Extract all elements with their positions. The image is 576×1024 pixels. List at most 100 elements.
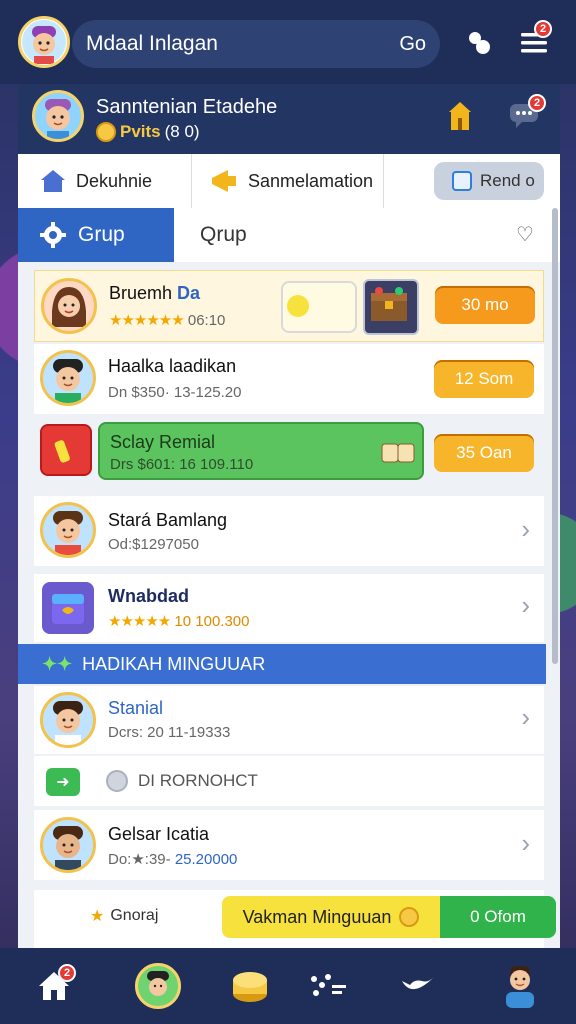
list-item[interactable]: Wnabdad ★★★★★ 10 100.300 ›: [34, 574, 544, 642]
tab-reward[interactable]: Rend o: [434, 162, 544, 200]
search-bar[interactable]: Mdaal Inlagan Go: [72, 20, 440, 68]
coin-icon: [96, 122, 116, 142]
claim-button[interactable]: 30 mo: [435, 286, 535, 324]
coin-icon: [399, 907, 420, 927]
profile-header: Sanntenian Etadehe Pvits (8 0) 2: [18, 84, 560, 154]
row-sub: Dcrs: 20 11-19333: [108, 724, 231, 741]
coin-count: Pvits: [120, 122, 161, 141]
tab-group-active-label: Grup: [78, 223, 125, 246]
footer-left-label: Gnoraj: [110, 907, 159, 924]
house-icon: [41, 170, 65, 192]
treasure-chest-icon: [363, 279, 419, 335]
row-name: Wnabdad: [108, 586, 189, 606]
row-name: DI RORNOHCT: [138, 771, 258, 790]
reward-box-icon: [452, 171, 472, 191]
weekly-reward-strip: ★ Gnoraj Vakman Minguuan 0 Ofom: [34, 890, 556, 948]
row-sub: Od:$1297050: [108, 536, 199, 553]
row-sub: Do:★:39- 25.20000: [108, 850, 237, 868]
menu-badge: 2: [534, 20, 552, 38]
list-item[interactable]: Stanial Dcrs: 20 11-19333 ›: [34, 686, 544, 754]
list-item[interactable]: Sclay Remial Drs $601: 16 109.110 35 Oan: [34, 416, 544, 488]
avatar: [41, 278, 97, 334]
chevron-right-icon[interactable]: ›: [521, 590, 530, 621]
rating-stars: ★★★★★★: [109, 312, 185, 329]
section-header: ✦✦ HADIKAH MINGUUAR: [18, 644, 546, 684]
row-name: Stará Bamlang: [108, 510, 228, 530]
footer-left[interactable]: ★ Gnoraj: [90, 906, 158, 926]
row-sub-text: 06:10: [187, 312, 226, 329]
list-item[interactable]: Haalka laadikan Dn $350· 13-125.20 12 So…: [34, 344, 544, 414]
progress-box: [281, 281, 357, 333]
avatar: [40, 502, 96, 558]
shop-icon[interactable]: [442, 98, 478, 134]
coin-icon: [287, 295, 309, 317]
chevron-right-icon[interactable]: ›: [521, 828, 530, 859]
top-tabs: Dekuhnie Sanmelamation Rend o: [18, 154, 560, 209]
tab-promotions-label: Sanmelamation: [248, 170, 374, 191]
profile-coins: Pvits (8 0): [96, 122, 200, 142]
profile-name: Sanntenian Etadehe: [96, 96, 278, 118]
profile-avatar[interactable]: [32, 90, 84, 142]
bottom-nav: 2: [0, 948, 576, 1024]
row-name: Bruemh Da: [109, 283, 200, 304]
nav-leaderboard[interactable]: [304, 962, 352, 1010]
gear-icon: [40, 222, 66, 248]
user-avatar[interactable]: [18, 16, 70, 68]
tab-group-active[interactable]: Grup: [18, 208, 174, 262]
coin-stack-icon: [233, 972, 267, 1002]
claim-button[interactable]: 12 Som: [434, 360, 534, 398]
domino-icon: [381, 443, 415, 463]
scrollbar[interactable]: [552, 208, 558, 664]
profile-face-icon: [45, 99, 71, 139]
nav-social[interactable]: [394, 962, 442, 1010]
row-name-text: Bruemh: [109, 283, 173, 303]
megaphone-icon: [212, 170, 236, 192]
favorite-icon[interactable]: ♡: [516, 222, 534, 247]
star-icon: ★: [90, 908, 105, 925]
toggle-icon[interactable]: ➜: [46, 768, 80, 796]
leaf-icon: ✦✦: [42, 653, 73, 674]
tab-reward-label: Rend o: [480, 171, 535, 190]
avatar: [135, 963, 181, 1009]
list-item[interactable]: Gelsar Icatia Do:★:39- 25.20000 ›: [34, 810, 544, 880]
gesture-icon[interactable]: [462, 26, 496, 60]
search-text: Mdaal Inlagan: [86, 32, 218, 55]
ticket-icon: [40, 424, 92, 476]
weekly-button[interactable]: Vakman Minguuan: [222, 896, 440, 938]
menu-icon[interactable]: 2: [518, 20, 552, 60]
tab-promotions[interactable]: Sanmelamation: [192, 154, 384, 208]
list-item[interactable]: Bruemh Da ★★★★★★ 06:10 30 mo: [34, 270, 544, 342]
nav-profile[interactable]: [134, 962, 182, 1010]
list-item[interactable]: Stará Bamlang Od:$1297050 ›: [34, 496, 544, 566]
group-tabs: Grup Qrup ♡: [18, 208, 560, 262]
nav-coins[interactable]: [226, 962, 274, 1010]
chevron-right-icon[interactable]: ›: [521, 514, 530, 545]
rating-stars: ★★★★★: [108, 613, 171, 630]
collect-button[interactable]: 0 Ofom: [440, 896, 556, 938]
tab-home[interactable]: Dekuhnie: [18, 154, 192, 208]
chat-icon[interactable]: 2: [506, 94, 546, 134]
main-panel: Sanntenian Etadehe Pvits (8 0) 2 Dekuhni…: [18, 84, 560, 948]
row-sub-prefix: Do:★:39-: [108, 851, 171, 868]
info-icon: [106, 770, 128, 792]
claim-button[interactable]: 35 Oan: [434, 434, 534, 472]
row-name: Sclay Remial: [110, 432, 216, 452]
home-badge: 2: [58, 964, 76, 982]
list-item[interactable]: ➜ DI RORNOHCT: [34, 756, 544, 806]
tab-group-inactive[interactable]: Qrup: [200, 208, 247, 262]
tab-home-label: Dekuhnie: [76, 170, 153, 191]
avatar-face-icon: [22, 20, 66, 64]
coin-extra: (8 0): [164, 122, 200, 141]
row-sub: ★★★★★ 10 100.300: [108, 612, 250, 630]
nav-account[interactable]: [496, 962, 544, 1010]
highlight-banner[interactable]: Sclay Remial Drs $601: 16 109.110: [98, 422, 424, 480]
row-name: Haalka laadikan: [108, 356, 237, 376]
bird-icon: [402, 977, 434, 990]
person-icon: [506, 966, 534, 1008]
row-sub: Drs $601: 16 109.110: [110, 456, 254, 473]
avatar: [40, 692, 96, 748]
row-sub: Dn $350· 13-125.20: [108, 384, 242, 401]
chevron-right-icon[interactable]: ›: [521, 702, 530, 733]
go-button[interactable]: Go: [399, 33, 426, 56]
nav-home[interactable]: 2: [30, 962, 78, 1010]
